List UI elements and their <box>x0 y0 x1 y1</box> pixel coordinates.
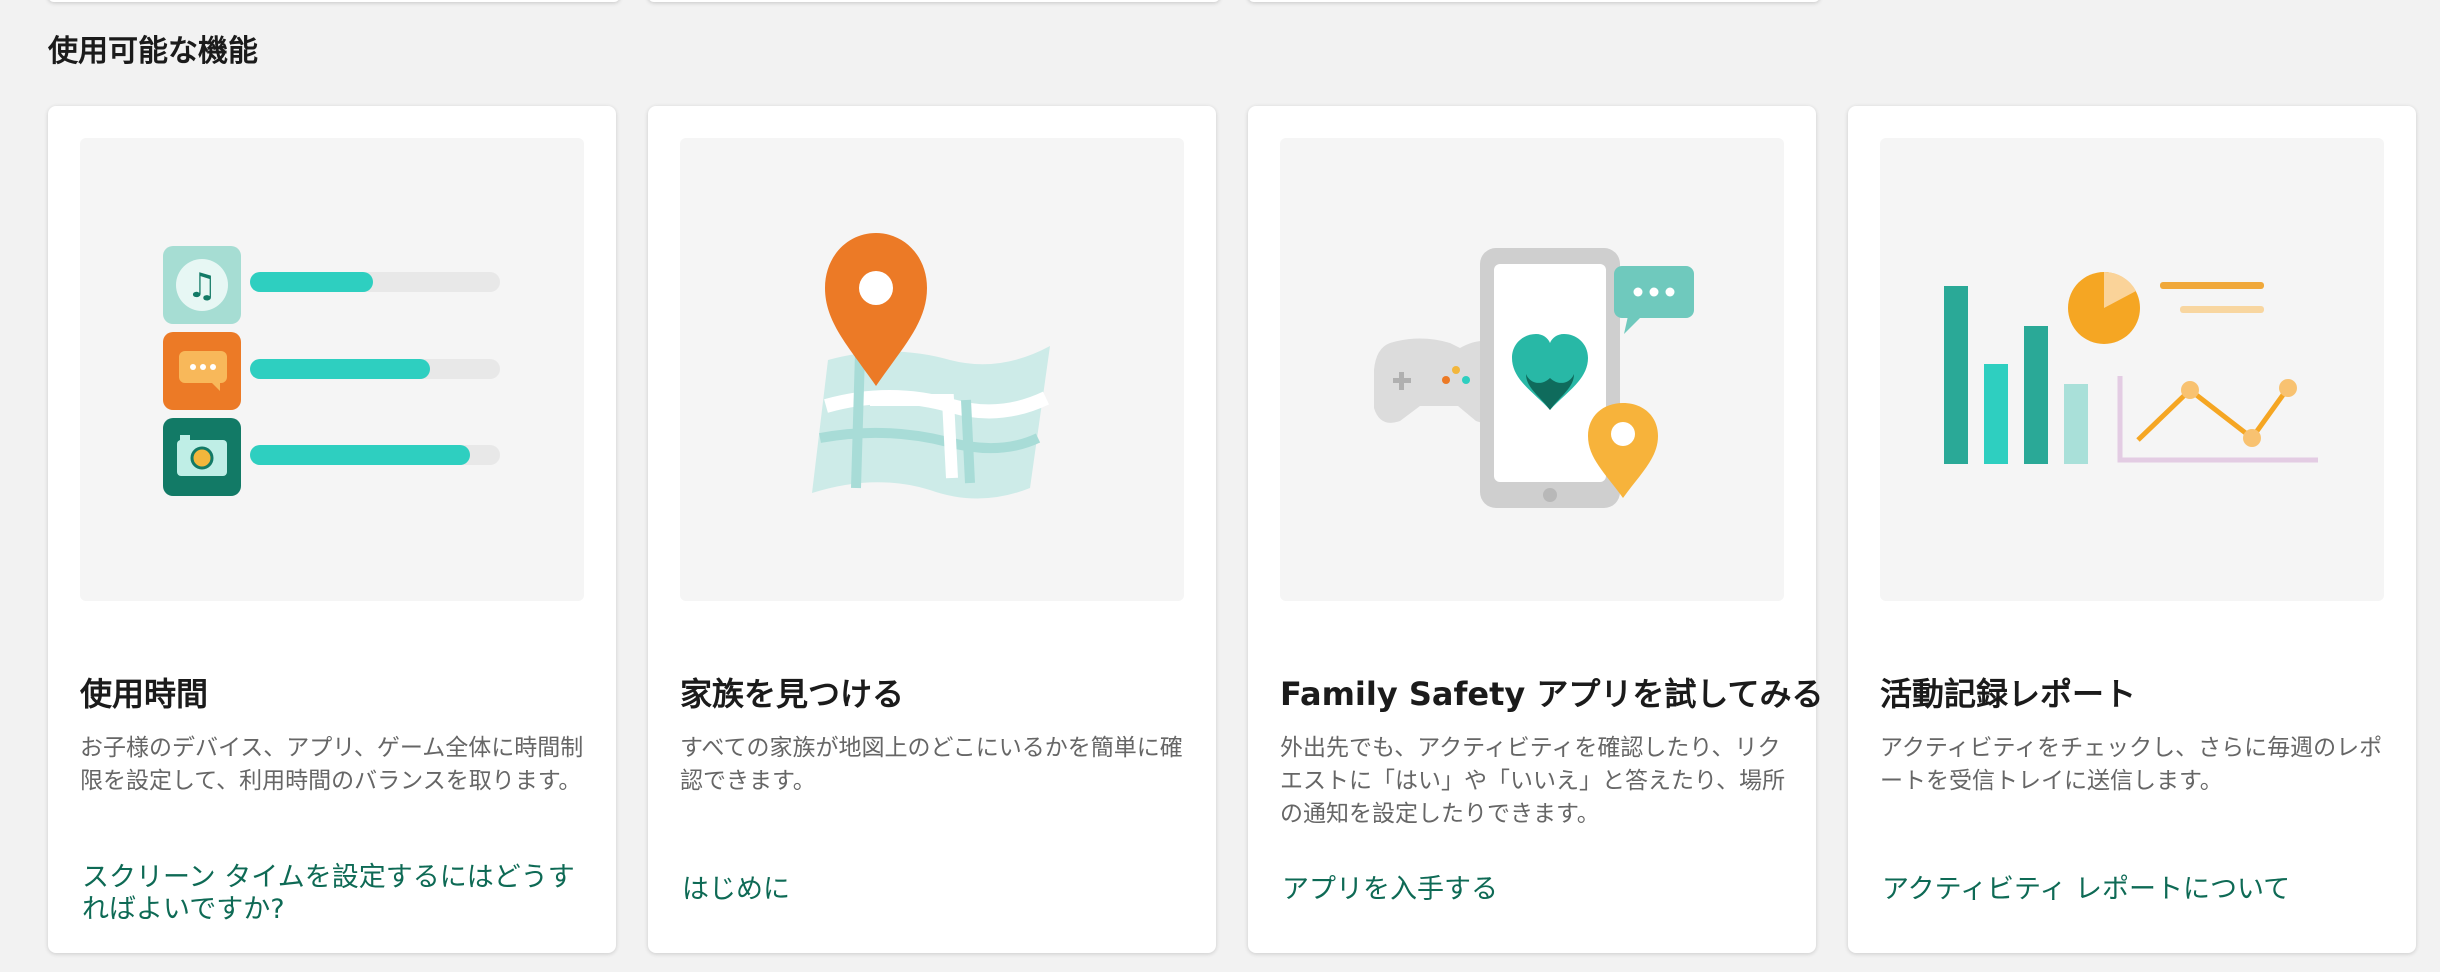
previous-card-edge <box>1248 0 1820 2</box>
card-description: 外出先でも、アクティビティを確認したり、リクエストに「はい」や「いいえ」と答えた… <box>1280 735 1786 827</box>
chat-usage-bar <box>250 359 430 379</box>
feature-card-activity-report: 活動記録レポート アクティビティをチェックし、さらに毎週のレポートを受信トレイに… <box>1848 106 2416 953</box>
report-illustration <box>1880 138 2384 601</box>
feature-card-screen-time: ♫ 使用時間 お子様のデバイス、アプリ、ゲーム全体に時間制限を設定して、利用時間… <box>48 106 616 953</box>
map-illustration-svg <box>812 233 1050 499</box>
line-chart-icon <box>2136 386 2291 442</box>
card-title: Family Safety アプリを試してみる <box>1280 675 1824 713</box>
card-description: お子様のデバイス、アプリ、ゲーム全体に時間制限を設定して、利用時間のバランスを取… <box>80 735 584 794</box>
activity-report-link[interactable]: アクティビティ レポートについて <box>1882 874 2386 906</box>
text-line-icon <box>2180 306 2264 313</box>
card-title: 活動記録レポート <box>1880 675 2137 713</box>
report-illustration-svg <box>1944 271 2318 464</box>
map-icon <box>812 346 1050 499</box>
get-app-link[interactable]: アプリを入手する <box>1282 874 1786 906</box>
card-title: 家族を見つける <box>680 675 905 713</box>
get-started-link[interactable]: はじめに <box>682 874 1186 906</box>
app-illustration <box>1280 138 1784 601</box>
previous-card-edge <box>48 0 620 2</box>
screen-time-help-link[interactable]: スクリーン タイムを設定するにはどうすればよいですか? <box>82 862 586 926</box>
map-illustration <box>680 138 1184 601</box>
music-note-icon: ♫ <box>187 266 217 306</box>
screen-time-illustration-svg: ♫ <box>163 246 500 496</box>
chart-bar-icon <box>1944 286 1968 464</box>
camera-usage-bar <box>250 445 470 465</box>
text-line-icon <box>2160 282 2264 289</box>
card-description: アクティビティをチェックし、さらに毎週のレポートを受信トレイに送信します。 <box>1880 735 2383 794</box>
card-description: すべての家族が地図上のどこにいるかを簡単に確認できます。 <box>680 735 1183 794</box>
feature-card-find-family: 家族を見つける すべての家族が地図上のどこにいるかを簡単に確認できます。 はじめ… <box>648 106 1216 953</box>
section-title: 使用可能な機能 <box>48 34 258 69</box>
app-illustration-svg <box>1374 248 1694 508</box>
chart-bar-icon <box>1984 364 2008 464</box>
chart-bar-icon <box>2024 326 2048 464</box>
screen-time-illustration: ♫ <box>80 138 584 601</box>
card-title: 使用時間 <box>80 675 209 713</box>
previous-card-edge <box>648 0 1220 2</box>
chart-bar-icon <box>2064 384 2088 464</box>
music-usage-bar <box>250 272 373 292</box>
feature-card-family-safety-app: Family Safety アプリを試してみる 外出先でも、アクティビティを確認… <box>1248 106 1824 953</box>
